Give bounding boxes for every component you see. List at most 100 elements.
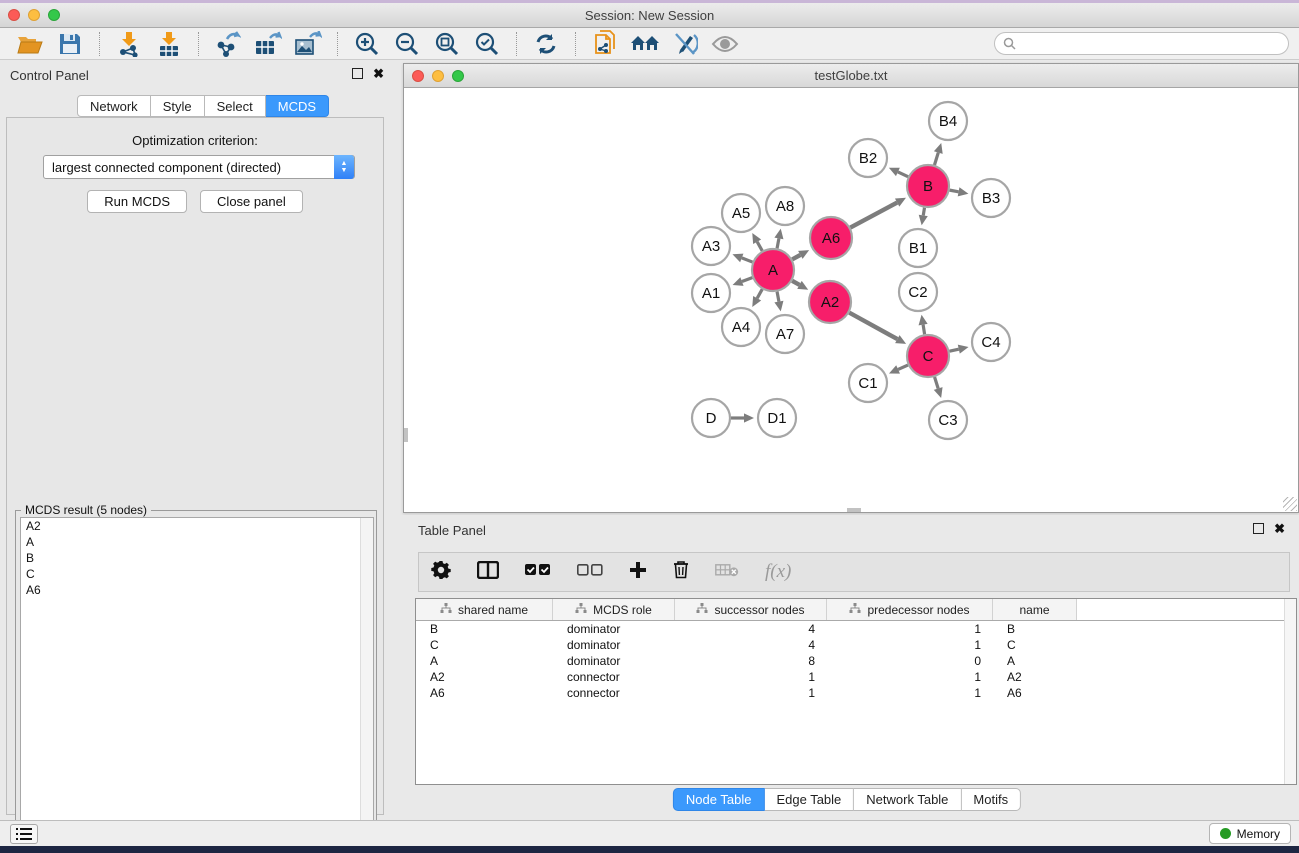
graph-edge-C-C2[interactable] xyxy=(923,325,925,335)
graph-edge-A-A2[interactable] xyxy=(792,281,799,285)
graph-edge-B-B4[interactable] xyxy=(934,153,938,165)
column-header-predecessor-nodes[interactable]: predecessor nodes xyxy=(827,599,993,620)
table-row[interactable]: A2connector11A2 xyxy=(416,669,1296,685)
table-cell[interactable]: C xyxy=(993,637,1077,653)
graph-edge-B-B2[interactable] xyxy=(898,172,908,177)
zoom-fit-icon[interactable] xyxy=(432,30,462,58)
graph-edge-A-A4[interactable] xyxy=(757,289,762,298)
table-cell[interactable]: connector xyxy=(553,685,675,701)
table-cell[interactable]: 1 xyxy=(827,685,993,701)
table-cell[interactable]: A xyxy=(416,653,553,669)
table-cell[interactable]: C xyxy=(416,637,553,653)
close-panel-icon[interactable]: ✖ xyxy=(373,68,384,79)
list-scrollbar[interactable] xyxy=(360,518,373,846)
tab-node-table[interactable]: Node Table xyxy=(673,788,765,811)
import-table-icon[interactable] xyxy=(154,30,184,58)
open-session-icon[interactable] xyxy=(15,30,45,58)
column-header-shared-name[interactable]: shared name xyxy=(416,599,553,620)
graph-edge-A6-B[interactable] xyxy=(850,203,897,228)
table-cell[interactable]: B xyxy=(993,621,1077,637)
mcds-result-item[interactable]: A6 xyxy=(21,582,373,598)
table-cell[interactable]: 1 xyxy=(827,637,993,653)
zoom-window-button[interactable] xyxy=(48,9,60,21)
tab-style[interactable]: Style xyxy=(151,95,205,117)
homes-icon[interactable] xyxy=(630,30,660,58)
close-table-panel-icon[interactable]: ✖ xyxy=(1274,523,1285,534)
tab-mcds[interactable]: MCDS xyxy=(266,95,329,117)
search-input[interactable] xyxy=(1021,37,1288,51)
tab-network-table[interactable]: Network Table xyxy=(854,788,961,811)
network-window-titlebar[interactable]: testGlobe.txt xyxy=(404,64,1298,88)
eye-icon[interactable] xyxy=(710,30,740,58)
network-from-document-icon[interactable] xyxy=(590,30,620,58)
horizontal-scroll-hint[interactable] xyxy=(847,508,861,512)
table-cell[interactable]: dominator xyxy=(553,637,675,653)
table-cell[interactable]: dominator xyxy=(553,653,675,669)
graph-edge-C-C3[interactable] xyxy=(935,377,939,389)
table-cell[interactable]: 8 xyxy=(675,653,827,669)
select-all-checkboxes-icon[interactable] xyxy=(525,563,551,581)
vertical-scroll-hint[interactable] xyxy=(404,428,408,442)
network-minimize-button[interactable] xyxy=(432,70,444,82)
tab-network[interactable]: Network xyxy=(77,95,151,117)
export-table-icon[interactable] xyxy=(253,30,283,58)
graph-edge-C-C1[interactable] xyxy=(898,365,908,369)
table-cell[interactable]: connector xyxy=(553,669,675,685)
window-resize-grip-icon[interactable] xyxy=(1283,497,1297,511)
network-close-button[interactable] xyxy=(412,70,424,82)
table-cell[interactable]: B xyxy=(416,621,553,637)
graph-edge-A2-C[interactable] xyxy=(849,313,897,339)
column-header-MCDS-role[interactable]: MCDS role xyxy=(553,599,675,620)
hide-graphics-details-icon[interactable] xyxy=(670,30,700,58)
table-row[interactable]: Bdominator41B xyxy=(416,621,1296,637)
table-cell[interactable]: dominator xyxy=(553,621,675,637)
float-table-panel-icon[interactable] xyxy=(1253,523,1264,534)
export-image-icon[interactable] xyxy=(293,30,323,58)
mcds-result-item[interactable]: B xyxy=(21,550,373,566)
graph-edge-B-B1[interactable] xyxy=(923,208,924,216)
tab-edge-table[interactable]: Edge Table xyxy=(764,788,854,811)
graph-edge-B-B3[interactable] xyxy=(950,190,959,192)
tab-motifs[interactable]: Motifs xyxy=(961,788,1021,811)
zoom-out-icon[interactable] xyxy=(392,30,422,58)
table-scrollbar[interactable] xyxy=(1284,599,1296,784)
table-row[interactable]: Cdominator41C xyxy=(416,637,1296,653)
zoom-in-icon[interactable] xyxy=(352,30,382,58)
column-header-successor-nodes[interactable]: successor nodes xyxy=(675,599,827,620)
refresh-icon[interactable] xyxy=(531,30,561,58)
task-history-button[interactable] xyxy=(10,824,38,844)
graph-edge-A-A5[interactable] xyxy=(757,242,762,251)
delete-column-icon[interactable] xyxy=(673,560,689,584)
search-field[interactable] xyxy=(994,32,1289,55)
table-cell[interactable]: A6 xyxy=(993,685,1077,701)
graph-edge-A-A3[interactable] xyxy=(742,258,753,262)
export-network-icon[interactable] xyxy=(213,30,243,58)
minimize-window-button[interactable] xyxy=(28,9,40,21)
save-session-icon[interactable] xyxy=(55,30,85,58)
settings-gear-icon[interactable] xyxy=(431,560,451,585)
mcds-result-item[interactable]: A xyxy=(21,534,373,550)
table-cell[interactable]: 0 xyxy=(827,653,993,669)
graph-edge-C-C4[interactable] xyxy=(949,349,958,351)
split-columns-icon[interactable] xyxy=(477,561,499,584)
memory-button[interactable]: Memory xyxy=(1209,823,1291,844)
import-network-icon[interactable] xyxy=(114,30,144,58)
unselect-all-checkboxes-icon[interactable] xyxy=(577,563,603,581)
table-row[interactable]: A6connector11A6 xyxy=(416,685,1296,701)
zoom-selected-icon[interactable] xyxy=(472,30,502,58)
table-cell[interactable]: A xyxy=(993,653,1077,669)
network-canvas[interactable]: B4B2BB3A5A8A6A3B1AC2A1A2A4A7C4CC1C3DD1 xyxy=(404,88,1298,512)
mcds-result-item[interactable]: A2 xyxy=(21,518,373,534)
table-cell[interactable]: 1 xyxy=(675,685,827,701)
column-header-name[interactable]: name xyxy=(993,599,1077,620)
graph-edge-A-A8[interactable] xyxy=(777,238,779,248)
table-cell[interactable]: 1 xyxy=(827,621,993,637)
graph-edge-A-A7[interactable] xyxy=(777,292,779,302)
mcds-result-list[interactable]: A2ABCA6 xyxy=(20,517,374,847)
table-cell[interactable]: A6 xyxy=(416,685,553,701)
tab-select[interactable]: Select xyxy=(205,95,266,117)
graph-edge-A-A6[interactable] xyxy=(792,255,800,259)
table-cell[interactable]: A2 xyxy=(993,669,1077,685)
close-panel-button[interactable]: Close panel xyxy=(200,190,303,213)
table-cell[interactable]: 1 xyxy=(827,669,993,685)
